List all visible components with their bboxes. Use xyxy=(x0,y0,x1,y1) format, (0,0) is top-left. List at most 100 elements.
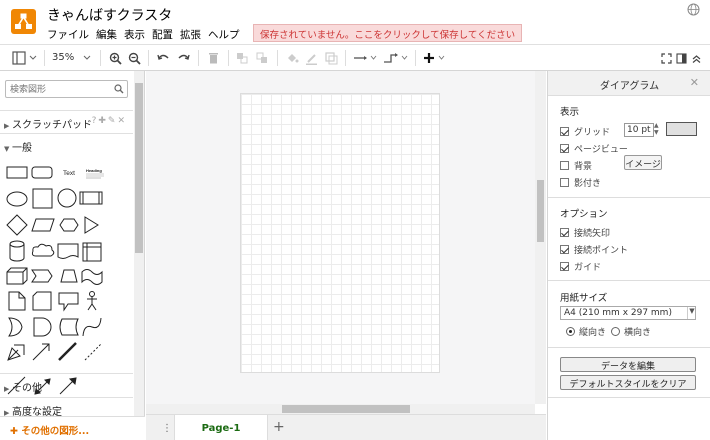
grid-color-swatch[interactable] xyxy=(666,122,697,136)
zoom-in-button[interactable] xyxy=(108,50,122,66)
shape-ellipse[interactable] xyxy=(6,191,28,207)
shape-rounded-rectangle[interactable] xyxy=(31,166,53,179)
edit-data-button[interactable]: データを編集 xyxy=(560,357,696,372)
connection-style-button[interactable] xyxy=(353,50,377,66)
more-shapes-button[interactable]: ✚ その他の図形... xyxy=(0,416,145,440)
diagram-canvas[interactable] xyxy=(146,71,535,404)
insert-button[interactable] xyxy=(423,50,447,66)
shape-arrow-diagonal[interactable] xyxy=(32,343,50,361)
zoom-dropdown-button[interactable] xyxy=(82,50,92,66)
shape-line-dashed[interactable] xyxy=(84,342,103,361)
shape-step[interactable] xyxy=(31,269,53,283)
shape-line-thick[interactable] xyxy=(58,342,77,361)
portrait-radio[interactable] xyxy=(566,327,575,336)
background-image-button[interactable]: イメージ xyxy=(624,155,662,170)
shape-internal-storage[interactable] xyxy=(82,242,102,262)
shadow-button[interactable] xyxy=(324,50,338,66)
paper-size-select[interactable]: A4 (210 mm x 297 mm) xyxy=(560,306,696,320)
add-page-icon[interactable]: + xyxy=(273,419,285,435)
scratchpad-tools[interactable]: ?✚✎✕ xyxy=(92,116,127,126)
tab-page-1[interactable]: Page-1 xyxy=(174,415,268,440)
grid-option[interactable]: グリッド xyxy=(560,125,610,138)
shape-process[interactable] xyxy=(79,191,103,205)
connection-points-checkbox[interactable] xyxy=(560,245,569,254)
menu-help[interactable]: ヘルプ xyxy=(208,27,240,42)
close-icon[interactable]: ✕ xyxy=(690,76,699,89)
shape-tape[interactable] xyxy=(81,269,103,285)
shape-actor[interactable] xyxy=(87,291,97,311)
page-view-option[interactable]: ページビュー xyxy=(560,142,628,155)
shape-text[interactable]: Text xyxy=(63,170,75,177)
landscape-option[interactable]: 横向き xyxy=(611,325,651,338)
portrait-option[interactable]: 縦向き xyxy=(566,325,606,338)
fullscreen-button[interactable] xyxy=(660,50,672,66)
shape-note[interactable] xyxy=(8,291,26,311)
shape-callout[interactable] xyxy=(58,292,79,312)
search-shapes-input[interactable] xyxy=(5,80,128,98)
clear-default-style-button[interactable]: デフォルトスタイルをクリア xyxy=(560,375,696,390)
search-icon[interactable] xyxy=(114,84,124,97)
to-front-button[interactable] xyxy=(235,50,249,66)
undo-button[interactable] xyxy=(156,50,170,66)
menu-file[interactable]: ファイル xyxy=(47,27,89,42)
page-layout-button[interactable] xyxy=(12,50,38,66)
other-section-header[interactable]: ▶ その他 xyxy=(0,373,133,395)
shape-triangle[interactable] xyxy=(84,216,99,234)
zoom-level[interactable]: 35% xyxy=(52,52,74,63)
document-title[interactable]: きゃんばすクラスタ xyxy=(47,5,172,25)
chevron-down-icon[interactable]: ▼ xyxy=(687,307,696,319)
shape-delay[interactable] xyxy=(33,317,52,337)
shape-cube[interactable] xyxy=(6,267,28,285)
to-back-button[interactable] xyxy=(255,50,269,66)
delete-button[interactable] xyxy=(206,50,220,66)
grid-checkbox[interactable] xyxy=(560,127,569,136)
page-menu-icon[interactable]: ⋮ xyxy=(162,423,172,434)
shape-card[interactable] xyxy=(32,291,52,311)
shape-curve[interactable] xyxy=(82,317,102,337)
format-panel-button[interactable] xyxy=(675,50,687,66)
waypoints-button[interactable] xyxy=(383,50,409,66)
page-view-checkbox[interactable] xyxy=(560,144,569,153)
zoom-out-button[interactable] xyxy=(127,50,141,66)
collapse-toolbar-button[interactable] xyxy=(690,50,702,66)
shape-rectangle[interactable] xyxy=(6,166,28,179)
canvas-vertical-scrollbar-thumb[interactable] xyxy=(537,180,544,242)
grid-size-input[interactable]: 10 pt xyxy=(624,123,654,137)
sidebar-scrollbar-thumb[interactable] xyxy=(135,83,143,253)
shape-data-storage[interactable] xyxy=(59,318,79,336)
unsaved-warning-banner[interactable]: 保存されていません。ここをクリックして保存してください xyxy=(253,24,523,42)
grid-size-stepper[interactable]: ▲ ▼ xyxy=(654,122,659,136)
shape-parallelogram[interactable] xyxy=(31,218,55,232)
landscape-radio[interactable] xyxy=(611,327,620,336)
shape-cloud[interactable] xyxy=(31,243,55,257)
shadow-option[interactable]: 影付き xyxy=(560,176,601,189)
canvas-horizontal-scrollbar-thumb[interactable] xyxy=(282,405,410,413)
shape-document[interactable] xyxy=(57,243,79,259)
shape-hexagon[interactable] xyxy=(59,218,79,232)
guides-option[interactable]: ガイド xyxy=(560,260,601,273)
shape-diamond[interactable] xyxy=(6,214,28,236)
scratchpad-section-header[interactable]: ▶ スクラッチパッド ?✚✎✕ xyxy=(0,110,133,132)
diagram-page[interactable] xyxy=(240,93,440,373)
shape-square[interactable] xyxy=(32,188,53,209)
menu-edit[interactable]: 編集 xyxy=(96,27,117,42)
shape-trapezoid[interactable] xyxy=(60,269,78,283)
shape-or[interactable] xyxy=(8,317,23,337)
connection-arrows-checkbox[interactable] xyxy=(560,228,569,237)
connection-arrows-option[interactable]: 接続矢印 xyxy=(560,226,610,239)
background-checkbox[interactable] xyxy=(560,161,569,170)
fill-color-button[interactable] xyxy=(285,50,299,66)
shape-heading[interactable]: Heading xyxy=(86,168,102,173)
background-option[interactable]: 背景 xyxy=(560,159,592,172)
globe-icon[interactable] xyxy=(687,3,700,16)
menu-view[interactable]: 表示 xyxy=(124,27,145,42)
shadow-checkbox[interactable] xyxy=(560,178,569,187)
connection-points-option[interactable]: 接続ポイント xyxy=(560,243,628,256)
general-section-header[interactable]: ▼ 一般 xyxy=(0,133,133,155)
menu-arrange[interactable]: 配置 xyxy=(152,27,173,42)
shape-cylinder[interactable] xyxy=(9,240,25,262)
guides-checkbox[interactable] xyxy=(560,262,569,271)
menu-extras[interactable]: 拡張 xyxy=(180,27,201,42)
line-color-button[interactable] xyxy=(304,50,318,66)
redo-button[interactable] xyxy=(176,50,190,66)
